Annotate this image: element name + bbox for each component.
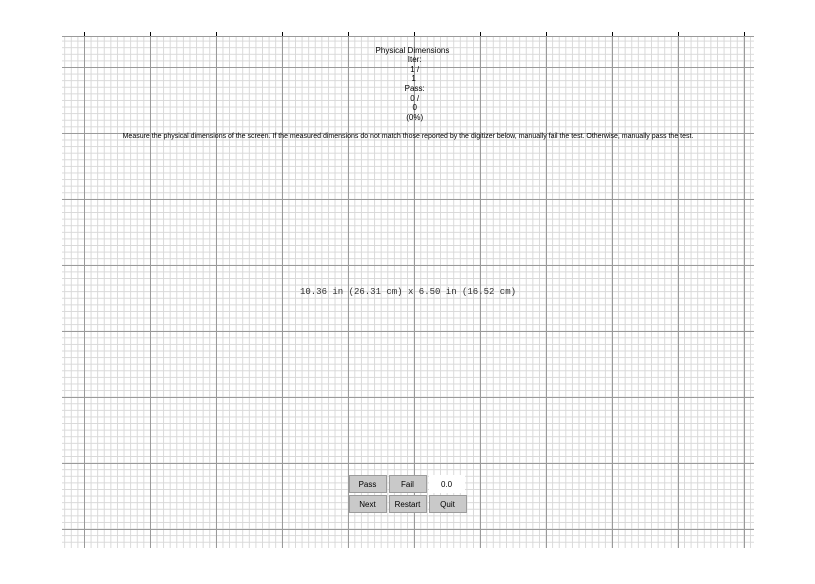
restart-button[interactable]: Restart — [389, 495, 427, 513]
measurement-grid — [62, 36, 754, 548]
value-readout: 0.0 — [429, 475, 465, 493]
fail-button[interactable]: Fail — [389, 475, 427, 493]
next-button[interactable]: Next — [349, 495, 387, 513]
pass-button[interactable]: Pass — [349, 475, 387, 493]
control-bar: Pass Fail 0.0 Next Restart Quit — [349, 475, 467, 513]
quit-button[interactable]: Quit — [429, 495, 467, 513]
